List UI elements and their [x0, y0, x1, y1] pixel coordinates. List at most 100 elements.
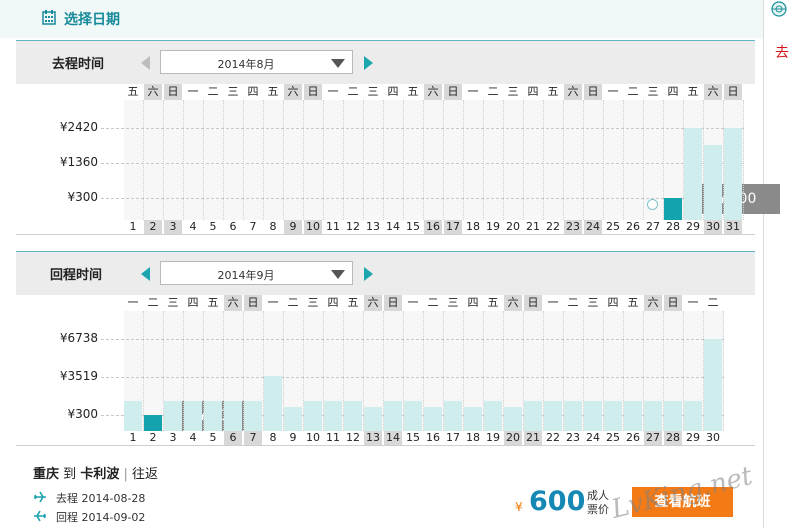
return-price-bar[interactable]: [644, 401, 662, 431]
return-month-select[interactable]: 2014年9月: [160, 261, 353, 285]
return-day-label[interactable]: 27: [644, 431, 662, 445]
outbound-day-label[interactable]: 21: [524, 220, 542, 234]
return-day-label[interactable]: 3: [164, 431, 182, 445]
return-day-label[interactable]: 24: [584, 431, 602, 445]
outbound-day-label[interactable]: 25: [604, 220, 622, 234]
outbound-day-label[interactable]: 11: [324, 220, 342, 234]
return-prev-month-arrow-icon[interactable]: [141, 267, 150, 281]
return-price-bar[interactable]: [544, 401, 562, 431]
outbound-day-label[interactable]: 7: [244, 220, 262, 234]
return-day-label[interactable]: 2: [144, 431, 162, 445]
return-price-bar[interactable]: [264, 376, 282, 431]
outbound-day-label[interactable]: 4: [184, 220, 202, 234]
return-price-bar[interactable]: [324, 401, 342, 431]
return-price-bar[interactable]: [244, 401, 262, 431]
outbound-day-label[interactable]: 14: [384, 220, 402, 234]
return-price-bar[interactable]: [284, 407, 302, 431]
return-price-bar[interactable]: [584, 401, 602, 431]
outbound-price-bar[interactable]: [724, 128, 742, 220]
return-day-label[interactable]: 12: [344, 431, 362, 445]
outbound-day-label[interactable]: 26: [624, 220, 642, 234]
return-day-label[interactable]: 6: [224, 431, 242, 445]
return-price-bar[interactable]: [424, 407, 442, 431]
return-price-bar[interactable]: [144, 415, 162, 431]
return-price-bar[interactable]: [604, 401, 622, 431]
return-day-label[interactable]: 22: [544, 431, 562, 445]
outbound-day-label[interactable]: 8: [264, 220, 282, 234]
return-day-label[interactable]: 8: [264, 431, 282, 445]
return-day-label[interactable]: 23: [564, 431, 582, 445]
outbound-day-label[interactable]: 2: [144, 220, 162, 234]
outbound-day-label[interactable]: 20: [504, 220, 522, 234]
outbound-day-label[interactable]: 19: [484, 220, 502, 234]
outbound-day-label[interactable]: 18: [464, 220, 482, 234]
outbound-day-label[interactable]: 30: [704, 220, 722, 234]
return-price-bar[interactable]: [624, 401, 642, 431]
return-price-bar[interactable]: [364, 407, 382, 431]
return-price-bar[interactable]: [304, 401, 322, 431]
return-price-bar[interactable]: [684, 401, 702, 431]
return-day-label[interactable]: 11: [324, 431, 342, 445]
return-day-label[interactable]: 21: [524, 431, 542, 445]
return-price-bar[interactable]: [224, 401, 242, 431]
return-price-bar[interactable]: [184, 401, 202, 431]
return-price-bar[interactable]: [384, 401, 402, 431]
return-day-label[interactable]: 26: [624, 431, 642, 445]
return-day-label[interactable]: 9: [284, 431, 302, 445]
outbound-day-label[interactable]: 31: [724, 220, 742, 234]
return-day-label[interactable]: 17: [444, 431, 462, 445]
return-price-bar[interactable]: [204, 401, 222, 431]
return-price-bar[interactable]: [524, 401, 542, 431]
return-price-bar[interactable]: [704, 339, 722, 431]
return-day-label[interactable]: 16: [424, 431, 442, 445]
outbound-prev-month-arrow-icon[interactable]: [141, 56, 150, 70]
outbound-day-label[interactable]: 16: [424, 220, 442, 234]
return-day-label[interactable]: 7: [244, 431, 262, 445]
return-day-label[interactable]: 14: [384, 431, 402, 445]
return-price-bar[interactable]: [464, 407, 482, 431]
outbound-price-bar[interactable]: [704, 145, 722, 220]
outbound-day-label[interactable]: 15: [404, 220, 422, 234]
return-day-label[interactable]: 13: [364, 431, 382, 445]
return-day-label[interactable]: 5: [204, 431, 222, 445]
outbound-day-label[interactable]: 12: [344, 220, 362, 234]
return-day-label[interactable]: 1: [124, 431, 142, 445]
outbound-day-label[interactable]: 22: [544, 220, 562, 234]
return-day-label[interactable]: 4: [184, 431, 202, 445]
return-day-label[interactable]: 28: [664, 431, 682, 445]
outbound-next-month-arrow-icon[interactable]: [364, 56, 373, 70]
return-day-label[interactable]: 18: [464, 431, 482, 445]
outbound-day-label[interactable]: 29: [684, 220, 702, 234]
outbound-day-label[interactable]: 9: [284, 220, 302, 234]
return-price-bar[interactable]: [664, 401, 682, 431]
return-next-month-arrow-icon[interactable]: [364, 267, 373, 281]
return-price-bar[interactable]: [404, 401, 422, 431]
outbound-day-label[interactable]: 3: [164, 220, 182, 234]
return-price-bar[interactable]: [444, 401, 462, 431]
return-day-label[interactable]: 10: [304, 431, 322, 445]
return-day-label[interactable]: 20: [504, 431, 522, 445]
return-price-bar[interactable]: [504, 407, 522, 431]
side-outbound-label[interactable]: 去: [775, 42, 789, 62]
return-price-bar[interactable]: [124, 401, 142, 431]
outbound-day-label[interactable]: 28: [664, 220, 682, 234]
outbound-day-label[interactable]: 27: [644, 220, 662, 234]
return-price-bar[interactable]: [164, 401, 182, 431]
outbound-day-label[interactable]: 17: [444, 220, 462, 234]
return-price-bar[interactable]: [564, 401, 582, 431]
return-day-label[interactable]: 30: [704, 431, 722, 445]
outbound-price-bar[interactable]: [664, 198, 682, 220]
outbound-day-label[interactable]: 10: [304, 220, 322, 234]
outbound-day-label[interactable]: 1: [124, 220, 142, 234]
outbound-day-label[interactable]: 13: [364, 220, 382, 234]
return-day-label[interactable]: 25: [604, 431, 622, 445]
return-day-label[interactable]: 29: [684, 431, 702, 445]
outbound-day-label[interactable]: 6: [224, 220, 242, 234]
outbound-day-label[interactable]: 23: [564, 220, 582, 234]
outbound-price-bar[interactable]: [684, 128, 702, 220]
outbound-day-label[interactable]: 24: [584, 220, 602, 234]
return-price-bar[interactable]: [344, 401, 362, 431]
return-day-label[interactable]: 19: [484, 431, 502, 445]
outbound-month-select[interactable]: 2014年8月: [160, 50, 353, 74]
return-price-bar[interactable]: [484, 401, 502, 431]
